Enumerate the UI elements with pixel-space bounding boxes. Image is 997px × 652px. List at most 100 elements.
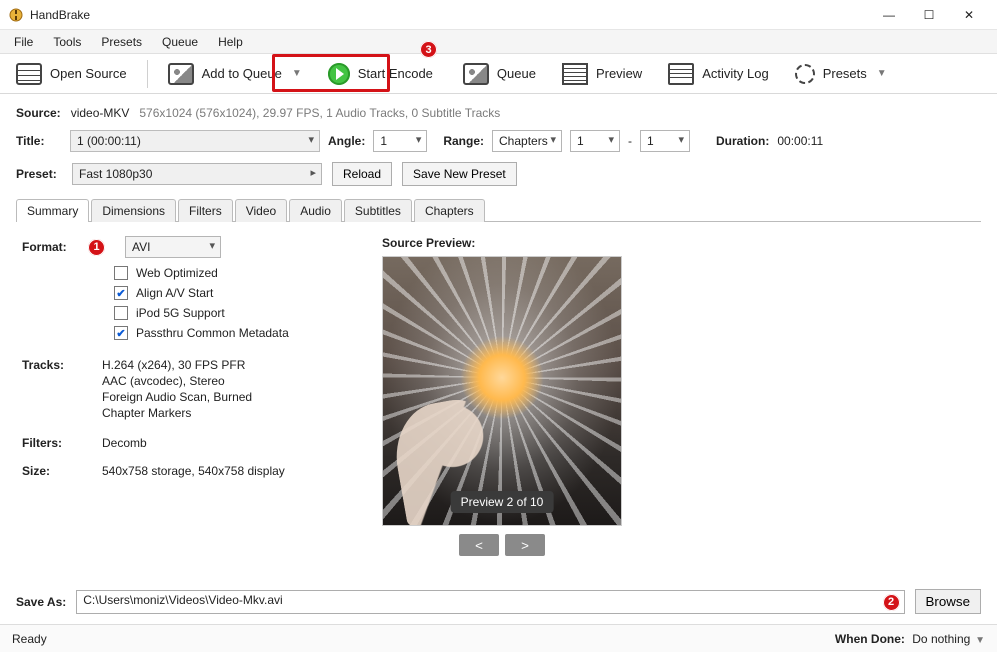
menu-tools[interactable]: Tools: [45, 32, 89, 52]
start-encode-button[interactable]: Start Encode: [318, 58, 447, 90]
angle-label: Angle:: [328, 134, 365, 148]
window-minimize-button[interactable]: —: [869, 1, 909, 29]
range-start-value: 1: [577, 134, 584, 148]
tab-video[interactable]: Video: [235, 199, 287, 222]
filters-label: Filters:: [22, 436, 82, 450]
source-row: Source: video-MKV 576x1024 (576x1024), 2…: [16, 106, 981, 120]
window-close-button[interactable]: ✕: [949, 1, 989, 29]
titlebar: HandBrake — ☐ ✕: [0, 0, 997, 30]
when-done-dropdown[interactable]: Do nothing ▼: [912, 632, 985, 646]
filters-row: Filters: Decomb: [22, 436, 352, 450]
preview-label: Preview: [596, 66, 642, 81]
track-line: Foreign Audio Scan, Burned: [102, 390, 252, 404]
save-as-input[interactable]: C:\Users\moniz\Videos\Video-Mkv.avi 2: [76, 590, 904, 614]
window-maximize-button[interactable]: ☐: [909, 1, 949, 29]
duration-value: 00:00:11: [777, 134, 823, 148]
menu-queue[interactable]: Queue: [154, 32, 206, 52]
source-preview-image: Preview 2 of 10: [382, 256, 622, 526]
tab-subtitles[interactable]: Subtitles: [344, 199, 412, 222]
handbrake-icon: [8, 7, 24, 23]
queue-label: Queue: [497, 66, 536, 81]
preset-value: Fast 1080p30: [79, 167, 152, 181]
content-area: Source: video-MKV 576x1024 (576x1024), 2…: [0, 94, 997, 572]
checkbox-box: ✔: [114, 326, 128, 340]
when-done-label: When Done:: [835, 632, 905, 646]
duration-label: Duration:: [716, 134, 769, 148]
preview-icon: [562, 63, 588, 85]
size-label: Size:: [22, 464, 82, 478]
checkbox-ipod-5g[interactable]: iPod 5G Support: [114, 306, 352, 320]
when-done-value: Do nothing: [912, 632, 970, 646]
status-ready: Ready: [12, 632, 47, 646]
size-value: 540x758 storage, 540x758 display: [102, 464, 285, 478]
preview-next-button[interactable]: >: [505, 534, 545, 556]
preview-button[interactable]: Preview: [552, 58, 652, 90]
summary-pane: Format: 1 AVI Web Optimized ✔ Align A/V …: [16, 232, 981, 564]
browse-button[interactable]: Browse: [915, 589, 981, 614]
title-row: Title: 1 (00:00:11) Angle: 1 Range: Chap…: [16, 130, 981, 152]
chevron-down-icon: ▼: [292, 68, 302, 79]
annotation-badge-2: 2: [883, 594, 900, 611]
presets-icon: [795, 64, 815, 84]
menu-presets[interactable]: Presets: [93, 32, 150, 52]
save-as-path: C:\Users\moniz\Videos\Video-Mkv.avi: [83, 593, 282, 607]
track-line: Chapter Markers: [102, 406, 252, 420]
range-start-select[interactable]: 1: [570, 130, 620, 152]
queue-icon: [463, 63, 489, 85]
source-preview-heading: Source Preview:: [382, 236, 975, 250]
tab-filters[interactable]: Filters: [178, 199, 233, 222]
tab-dimensions[interactable]: Dimensions: [91, 199, 176, 222]
toolbar: Open Source Add to Queue ▼ Start Encode …: [0, 54, 997, 94]
range-type-select[interactable]: Chapters: [492, 130, 562, 152]
reload-button[interactable]: Reload: [332, 162, 392, 186]
summary-left-column: Format: 1 AVI Web Optimized ✔ Align A/V …: [22, 236, 352, 556]
format-options: Web Optimized ✔ Align A/V Start iPod 5G …: [114, 266, 352, 340]
source-name: video-MKV: [71, 106, 130, 120]
open-source-icon: [16, 63, 42, 85]
tracks-label: Tracks:: [22, 358, 82, 372]
save-new-preset-button[interactable]: Save New Preset: [402, 162, 517, 186]
range-end-value: 1: [647, 134, 654, 148]
toolbar-separator: [147, 60, 148, 88]
presets-button[interactable]: Presets ▼: [785, 58, 897, 90]
start-encode-label: Start Encode: [358, 66, 433, 81]
angle-select[interactable]: 1: [373, 130, 427, 152]
queue-button[interactable]: Queue: [453, 58, 546, 90]
checkbox-box: [114, 266, 128, 280]
open-source-button[interactable]: Open Source: [6, 58, 137, 90]
size-row: Size: 540x758 storage, 540x758 display: [22, 464, 352, 478]
activity-log-button[interactable]: Activity Log: [658, 58, 778, 90]
format-row: Format: 1 AVI: [22, 236, 352, 258]
tab-chapters[interactable]: Chapters: [414, 199, 485, 222]
presets-label: Presets: [823, 66, 867, 81]
tab-summary[interactable]: Summary: [16, 199, 89, 222]
open-source-label: Open Source: [50, 66, 127, 81]
title-value: 1 (00:00:11): [77, 134, 141, 148]
title-select[interactable]: 1 (00:00:11): [70, 130, 320, 152]
menu-help[interactable]: Help: [210, 32, 251, 52]
menubar: File Tools Presets Queue Help: [0, 30, 997, 54]
when-done-group: When Done: Do nothing ▼: [835, 632, 985, 646]
preview-nav: < >: [382, 534, 622, 556]
source-label: Source:: [16, 106, 61, 120]
title-label: Title:: [16, 134, 62, 148]
save-as-row: Save As: C:\Users\moniz\Videos\Video-Mkv…: [0, 583, 997, 620]
angle-value: 1: [380, 134, 387, 148]
preview-prev-button[interactable]: <: [459, 534, 499, 556]
preset-select[interactable]: Fast 1080p30: [72, 163, 322, 185]
tab-audio[interactable]: Audio: [289, 199, 342, 222]
checkbox-web-optimized[interactable]: Web Optimized: [114, 266, 352, 280]
preview-counter-badge: Preview 2 of 10: [451, 491, 554, 513]
statusbar: Ready When Done: Do nothing ▼: [0, 624, 997, 652]
format-value: AVI: [132, 240, 150, 254]
chevron-down-icon: ▼: [972, 635, 985, 646]
format-select[interactable]: AVI: [125, 236, 221, 258]
activity-log-label: Activity Log: [702, 66, 768, 81]
checkbox-passthru-metadata[interactable]: ✔ Passthru Common Metadata: [114, 326, 352, 340]
tabbar: Summary Dimensions Filters Video Audio S…: [16, 198, 981, 222]
track-line: AAC (avcodec), Stereo: [102, 374, 252, 388]
add-to-queue-button[interactable]: Add to Queue ▼: [158, 58, 312, 90]
range-end-select[interactable]: 1: [640, 130, 690, 152]
checkbox-align-av[interactable]: ✔ Align A/V Start: [114, 286, 352, 300]
menu-file[interactable]: File: [6, 32, 41, 52]
